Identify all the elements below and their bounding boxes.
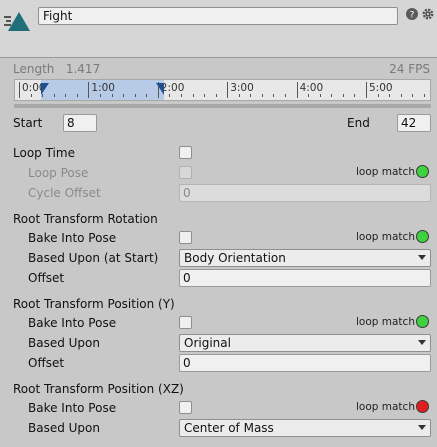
position-xz-based-upon-label: Based Upon: [28, 421, 100, 435]
timeline-minor-tick: [261, 94, 263, 97]
end-label: End: [347, 116, 370, 130]
position-y-loop-match-indicator: [416, 315, 429, 328]
timeline-scrollbar[interactable]: [14, 104, 431, 108]
length-label: Length: [13, 62, 55, 76]
timeline-minor-tick: [215, 94, 217, 97]
timeline-tick-label: 3:00: [230, 82, 254, 94]
rotation-based-upon-value: Body Orientation: [184, 251, 286, 265]
timeline-major-tick: [227, 82, 229, 98]
position-y-offset-label: Offset: [28, 356, 65, 370]
position-xz-loop-match-indicator: [416, 400, 429, 413]
position-xz-bake-checkbox[interactable]: [179, 401, 192, 414]
loop-time-checkbox[interactable]: [179, 146, 192, 159]
question-icon[interactable]: ?: [405, 7, 419, 21]
position-y-heading: Root Transform Position (Y): [13, 297, 175, 311]
timeline-minor-tick: [65, 94, 67, 97]
timeline-minor-tick: [146, 94, 148, 97]
timeline-minor-tick: [273, 94, 275, 97]
timeline-tick-label: 2:00: [160, 82, 185, 94]
position-y-bake-checkbox[interactable]: [179, 316, 192, 329]
rotation-offset-field[interactable]: 0: [179, 269, 431, 287]
timeline-minor-tick: [180, 94, 182, 97]
timeline-tick-label: 5:00: [369, 82, 393, 94]
timeline-minor-tick: [319, 94, 321, 97]
animation-clip-icon: [4, 12, 30, 31]
position-y-offset-field[interactable]: 0: [179, 354, 431, 372]
timeline-minor-tick: [412, 94, 414, 97]
svg-text:?: ?: [410, 11, 415, 21]
range-end-marker-icon[interactable]: [156, 83, 164, 95]
rotation-based-upon-label: Based Upon (at Start): [28, 251, 159, 265]
timeline-tick-label: 1:00: [91, 82, 115, 94]
clip-fps: 24 FPS: [389, 62, 430, 76]
rotation-offset-label: Offset: [28, 271, 65, 285]
dropdown-arrow-icon: [418, 340, 426, 345]
timeline-minor-tick: [331, 94, 333, 97]
timeline-minor-tick: [111, 94, 113, 97]
loop-pose-match-label: loop match: [356, 166, 415, 178]
rotation-bake-checkbox[interactable]: [179, 231, 192, 244]
loop-time-label: Loop Time: [13, 146, 75, 160]
timeline-minor-tick: [423, 94, 425, 97]
position-y-loop-match-label: loop match: [356, 316, 415, 328]
timeline-minor-tick: [389, 94, 391, 97]
position-xz-based-upon-dropdown[interactable]: Center of Mass: [179, 419, 431, 437]
timeline-minor-tick: [250, 94, 252, 97]
timeline-major-tick: [296, 82, 298, 98]
start-label: Start: [13, 116, 43, 130]
cycle-offset-field[interactable]: 0: [179, 184, 431, 202]
timeline-major-tick: [88, 82, 90, 98]
dropdown-arrow-icon: [418, 425, 426, 430]
timeline-minor-tick: [377, 94, 379, 97]
timeline-minor-tick: [285, 94, 287, 97]
gear-icon[interactable]: [421, 7, 435, 21]
position-xz-based-upon-value: Center of Mass: [184, 421, 274, 435]
position-y-bake-label: Bake Into Pose: [28, 316, 117, 330]
position-xz-bake-label: Bake Into Pose: [28, 401, 117, 415]
timeline-minor-tick: [53, 94, 55, 97]
timeline-minor-tick: [30, 94, 32, 97]
position-y-based-upon-dropdown[interactable]: Original: [179, 334, 431, 352]
timeline-minor-tick: [354, 94, 356, 97]
end-field[interactable]: 42: [397, 114, 431, 132]
clip-name-field[interactable]: Fight: [38, 7, 398, 25]
timeline-minor-tick: [123, 94, 125, 97]
timeline-minor-tick: [204, 94, 206, 97]
rotation-based-upon-dropdown[interactable]: Body Orientation: [179, 249, 431, 267]
clip-length: Length 1.417: [13, 62, 100, 76]
position-y-based-upon-value: Original: [184, 336, 231, 350]
loop-pose-match-indicator: [416, 165, 429, 178]
timeline-tick-label: 4:00: [299, 82, 324, 94]
inspector-header: Fight ?: [0, 0, 437, 58]
timeline-minor-tick: [192, 94, 194, 97]
length-value: 1.417: [65, 62, 101, 76]
range-start-marker-icon[interactable]: [41, 83, 49, 95]
cycle-offset-label: Cycle Offset: [28, 186, 101, 200]
timeline-minor-tick: [400, 94, 402, 97]
start-field[interactable]: 8: [63, 114, 97, 132]
loop-pose-checkbox[interactable]: [179, 166, 192, 179]
timeline-major-tick: [19, 82, 20, 98]
position-xz-loop-match-label: loop match: [356, 401, 415, 413]
dropdown-arrow-icon: [418, 255, 426, 260]
timeline-ruler[interactable]: 0:00 1:00 2:00 3:00 4:00 5:00: [14, 79, 431, 101]
rotation-loop-match-label: loop match: [356, 231, 415, 243]
timeline-minor-tick: [99, 94, 101, 97]
position-xz-heading: Root Transform Position (XZ): [13, 382, 184, 396]
position-y-based-upon-label: Based Upon: [28, 336, 100, 350]
rotation-loop-match-indicator: [416, 230, 429, 243]
timeline-minor-tick: [134, 94, 136, 97]
rotation-bake-label: Bake Into Pose: [28, 231, 117, 245]
timeline-minor-tick: [308, 94, 310, 97]
timeline-minor-tick: [238, 94, 240, 97]
timeline-minor-tick: [342, 94, 344, 97]
loop-pose-label: Loop Pose: [28, 166, 89, 180]
rotation-heading: Root Transform Rotation: [13, 212, 158, 226]
timeline-minor-tick: [76, 94, 78, 97]
timeline-major-tick: [366, 82, 367, 98]
timeline-minor-tick: [169, 94, 171, 97]
